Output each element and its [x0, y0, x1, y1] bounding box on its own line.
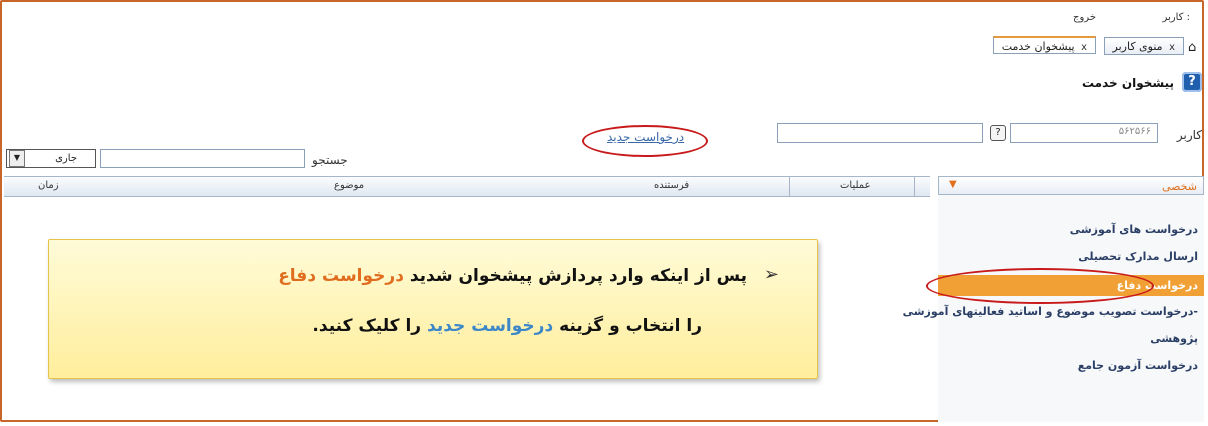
sidebar-menu: درخواست های آموزشی ارسال مدارک تحصیلی در…: [903, 195, 1204, 422]
instruction-callout: ➢ پس از اینکه وارد پردازش پیشخوان شدید د…: [48, 239, 818, 379]
callout-line-1: پس از اینکه وارد پردازش پیشخوان شدید درخ…: [278, 266, 747, 286]
callout-highlight-new-request: درخواست جدید: [427, 316, 554, 336]
tab-label: پیشخوان خدمت: [1001, 40, 1075, 53]
chevron-down-icon[interactable]: ▼: [9, 150, 25, 167]
close-icon[interactable]: x: [1169, 42, 1175, 53]
column-header-time[interactable]: زمان: [38, 180, 59, 191]
search-label: جستجو: [312, 153, 348, 167]
sidebar-item-educational-requests[interactable]: درخواست های آموزشی: [1070, 223, 1198, 236]
arrow-bullet-icon: ➢: [763, 264, 779, 285]
lookup-button[interactable]: ?: [990, 125, 1006, 141]
page-title: پیشخوان خدمت: [1081, 76, 1174, 90]
column-header-sender[interactable]: فرستنده: [654, 180, 689, 191]
chevron-down-icon[interactable]: ▼: [949, 179, 957, 190]
sidebar-item-topic-approval[interactable]: درخواست تصویب موضوع و اساتید فعالیتهای آ…: [903, 305, 1198, 318]
sidebar-item-topic-approval-cont[interactable]: پژوهشی: [1150, 332, 1198, 345]
user-field-label: کاربر: [1176, 128, 1202, 142]
column-divider: [914, 177, 915, 196]
home-icon[interactable]: ⌂: [1188, 40, 1202, 55]
status-select[interactable]: ▼ جاری: [6, 149, 96, 168]
annotation-ellipse: [582, 125, 708, 157]
close-icon[interactable]: x: [1081, 42, 1087, 53]
tab-user-menu[interactable]: منوی کاربر x: [1103, 37, 1184, 55]
callout-text: پس از اینکه وارد پردازش پیشخوان شدید: [409, 266, 747, 286]
tab-service-counter[interactable]: پیشخوان خدمت x: [992, 36, 1096, 54]
column-header-subject[interactable]: موضوع: [334, 180, 364, 191]
sidebar-item-send-documents[interactable]: ارسال مدارک تحصیلی: [1078, 250, 1198, 263]
tab-label: منوی کاربر: [1112, 40, 1163, 53]
callout-line-2: را انتخاب و گزینه درخواست جدید را کلیک ک…: [312, 316, 702, 336]
sidebar-header[interactable]: شخصی ▼: [938, 176, 1204, 195]
user-code-field[interactable]: ۵۶۲۵۶۶: [1010, 123, 1158, 143]
user-name-field[interactable]: [777, 123, 983, 143]
logout-link[interactable]: خروج: [1073, 12, 1096, 23]
column-header-operations[interactable]: عملیات: [840, 180, 871, 191]
user-label: کاربر :: [1162, 12, 1191, 23]
callout-text: را انتخاب و گزینه: [559, 316, 702, 336]
callout-highlight-defense: درخواست دفاع: [278, 266, 404, 286]
callout-text: را کلیک کنید.: [312, 316, 422, 336]
column-divider: [789, 177, 790, 196]
status-value: جاری: [55, 153, 77, 164]
search-input[interactable]: [100, 149, 305, 168]
help-icon[interactable]: ?: [1182, 72, 1202, 92]
annotation-ellipse: [926, 268, 1154, 304]
sidebar-header-label: شخصی: [1161, 180, 1197, 193]
grid-header: عملیات فرستنده موضوع زمان: [4, 176, 930, 197]
sidebar-item-comprehensive-exam[interactable]: درخواست آزمون جامع: [1078, 359, 1198, 372]
